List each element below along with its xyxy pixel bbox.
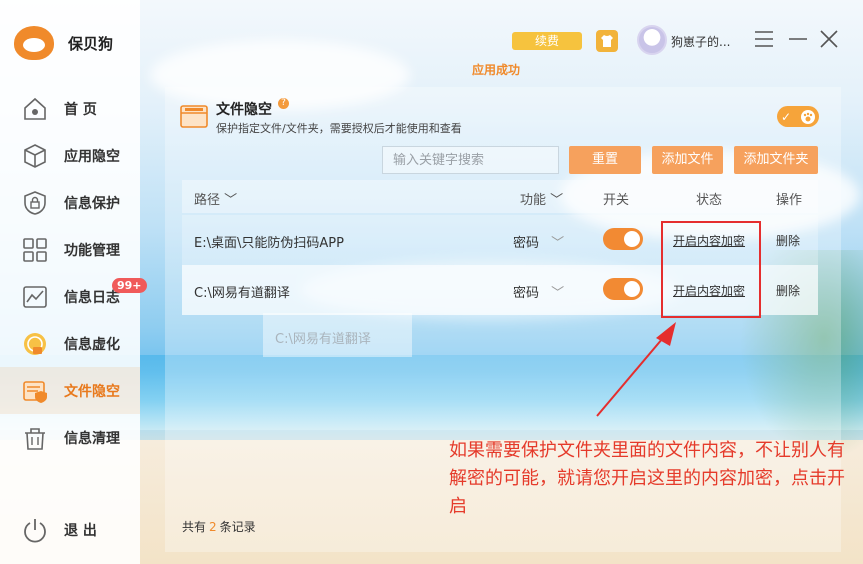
path-cell: E:\桌面\只能防伪扫码APP bbox=[194, 236, 344, 251]
brand: 保贝狗 bbox=[14, 26, 113, 60]
folder-shield-icon bbox=[22, 378, 48, 404]
sidebar-item-label: 信息日志 bbox=[64, 289, 120, 306]
search-input[interactable] bbox=[382, 146, 559, 174]
shield-lock-icon bbox=[22, 190, 48, 216]
notification-badge: 99+ bbox=[112, 278, 147, 293]
drag-ghost-row: C:\网易有道翻译 bbox=[263, 313, 412, 357]
sidebar-item-info-blur[interactable]: 信息虚化 bbox=[0, 320, 140, 367]
sidebar-item-label: 功能管理 bbox=[64, 242, 120, 259]
add-folder-button[interactable]: 添加文件夹 bbox=[734, 146, 818, 174]
home-icon bbox=[22, 96, 48, 122]
path-cell: C:\网易有道翻译 bbox=[194, 286, 290, 301]
username[interactable]: 狗崽子的... bbox=[671, 33, 730, 50]
sidebar-item-home[interactable]: 首 页 bbox=[0, 85, 140, 132]
reset-button[interactable]: 重置 bbox=[569, 146, 641, 174]
table-header: 路径 ﹀ 功能 ﹀ 开关 状态 操作 bbox=[182, 180, 818, 213]
success-toast: 应用成功 bbox=[472, 63, 521, 77]
sidebar: 保贝狗 首 页 应用隐空 信息保护 功能管理 信息日志 99+ 信息虚化 文件隐… bbox=[0, 0, 147, 564]
sidebar-item-label: 信息虚化 bbox=[64, 336, 120, 353]
column-header-status: 状态 bbox=[696, 193, 723, 208]
sidebar-item-label: 文件隐空 bbox=[64, 383, 120, 400]
annotation-arrow bbox=[596, 322, 676, 417]
record-count: 共有 2 条记录 bbox=[182, 520, 256, 534]
minimize-icon[interactable] bbox=[787, 28, 809, 50]
chart-icon bbox=[22, 284, 48, 310]
sidebar-item-file-hide[interactable]: 文件隐空 bbox=[0, 367, 140, 414]
exit-button[interactable]: 退 出 bbox=[0, 506, 140, 553]
sidebar-item-label: 应用隐空 bbox=[64, 148, 120, 165]
row-switch-toggle[interactable] bbox=[603, 278, 643, 300]
title-bar: 续费 狗崽子的... 应用成功 bbox=[140, 0, 863, 80]
chevron-down-icon: ﹀ bbox=[224, 193, 238, 208]
app-name: 保贝狗 bbox=[68, 34, 114, 53]
cube-icon bbox=[22, 143, 48, 169]
chevron-down-icon: ﹀ bbox=[551, 286, 565, 301]
page-title: 文件隐空 bbox=[216, 102, 272, 118]
chevron-down-icon: ﹀ bbox=[551, 236, 565, 251]
skin-icon[interactable] bbox=[596, 30, 618, 52]
column-header-function[interactable]: 功能 ﹀ bbox=[520, 189, 563, 208]
add-file-button[interactable]: 添加文件 bbox=[652, 146, 723, 174]
sidebar-item-label: 首 页 bbox=[64, 101, 97, 118]
annotation-text: 如果需要保护文件夹里面的文件内容，不让别人有解密的可能，就请您开启这里的内容加密… bbox=[449, 440, 845, 517]
trash-icon bbox=[22, 425, 48, 451]
delete-button[interactable]: 删除 bbox=[776, 232, 800, 249]
exit-label: 退 出 bbox=[64, 522, 97, 539]
column-header-action: 操作 bbox=[776, 193, 803, 208]
column-header-path[interactable]: 路径 ﹀ bbox=[194, 189, 237, 208]
row-switch-toggle[interactable] bbox=[603, 228, 643, 250]
avatar[interactable] bbox=[637, 25, 667, 55]
close-icon[interactable] bbox=[818, 28, 840, 50]
sidebar-item-app-hide[interactable]: 应用隐空 bbox=[0, 132, 140, 179]
sidebar-item-info-protect[interactable]: 信息保护 bbox=[0, 179, 140, 226]
check-icon: ✓ bbox=[781, 109, 792, 124]
sidebar-item-info-log[interactable]: 信息日志 99+ bbox=[0, 273, 147, 320]
sidebar-item-label: 信息保护 bbox=[64, 195, 120, 212]
function-select[interactable]: 密码 ﹀ bbox=[513, 282, 564, 301]
paw-icon bbox=[801, 109, 815, 124]
sidebar-item-info-clean[interactable]: 信息清理 bbox=[0, 414, 140, 461]
highlight-box bbox=[661, 221, 761, 318]
delete-button[interactable]: 删除 bbox=[776, 282, 800, 299]
dog-logo-icon bbox=[14, 26, 54, 60]
sidebar-nav: 首 页 应用隐空 信息保护 功能管理 信息日志 99+ 信息虚化 文件隐空 信息… bbox=[0, 85, 147, 461]
page-subtitle: 保护指定文件/文件夹，需要授权后才能使用和查看 bbox=[216, 122, 462, 135]
chevron-down-icon: ﹀ bbox=[550, 193, 564, 208]
coin-icon bbox=[22, 331, 48, 357]
menu-icon[interactable] bbox=[753, 28, 775, 50]
renew-button[interactable]: 续费 bbox=[512, 32, 582, 50]
function-select[interactable]: 密码 ﹀ bbox=[513, 232, 564, 251]
sidebar-item-function-manage[interactable]: 功能管理 bbox=[0, 226, 140, 273]
folder-icon bbox=[180, 103, 208, 129]
column-header-switch: 开关 bbox=[603, 193, 630, 208]
grid-icon bbox=[22, 237, 48, 263]
help-icon[interactable]: ? bbox=[278, 98, 289, 109]
feature-toggle[interactable]: ✓ bbox=[777, 106, 819, 127]
power-icon bbox=[22, 517, 48, 543]
sidebar-item-label: 信息清理 bbox=[64, 430, 120, 447]
